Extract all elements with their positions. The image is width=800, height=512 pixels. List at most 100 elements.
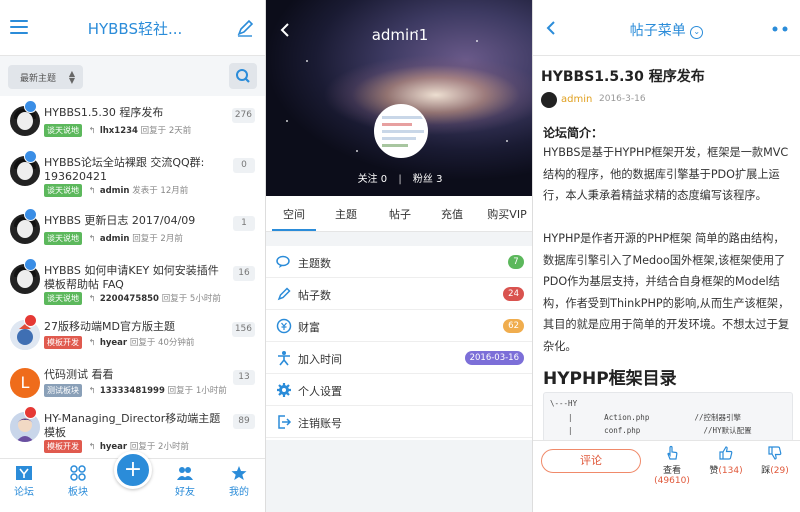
profile-avatar[interactable] — [374, 104, 428, 158]
active-tab-indicator — [272, 229, 316, 231]
view-count: (49610) — [654, 476, 690, 486]
reply-icon: ↰ — [88, 234, 96, 244]
topic-title: HY-Managing_Director移动端主题模板 — [44, 412, 221, 439]
follow-stats: 关注 0 | 粉丝 3 — [266, 170, 532, 185]
sort-select[interactable]: 最新主题 ▲ ▼ — [8, 65, 83, 89]
topic-time: 40分钟前 — [158, 338, 195, 348]
tab-board[interactable]: 板块 — [58, 465, 98, 498]
settings-row[interactable]: 个人设置 — [266, 374, 532, 406]
search-button[interactable] — [229, 63, 257, 89]
topic-title: HYBBS 更新日志 2017/04/09 — [44, 214, 196, 227]
reply-count: 1 — [233, 216, 255, 231]
topic-item[interactable]: HYBBS论坛全站裸跟 交流QQ群: 193620421 谈天说地 ↰ admin… — [0, 146, 265, 202]
topic-meta: 测试板块 ↰ 13333481999 回复于 1小时前 — [44, 384, 227, 397]
dislike-button[interactable]: 踩(29) — [755, 445, 795, 476]
code-line: \---HY — [550, 399, 578, 408]
topic-user[interactable]: lhx1234 — [100, 126, 138, 136]
topic-user[interactable]: hyear — [100, 442, 127, 452]
topic-item[interactable]: HY-Managing_Director移动端主题模板 模板开发 ↰ hyear … — [0, 402, 265, 458]
post-author[interactable]: admin — [561, 94, 592, 105]
reply-count: 0 — [233, 158, 255, 173]
thumbs-up-icon — [719, 446, 733, 460]
board-tag[interactable]: 模板开发 — [44, 440, 82, 453]
tab-friends[interactable]: 好友 — [165, 465, 205, 498]
like-count: (134) — [718, 466, 743, 476]
topic-user[interactable]: admin — [100, 186, 130, 196]
topic-user[interactable]: 13333481999 — [100, 386, 165, 396]
tab-recharge[interactable]: 充值 — [428, 206, 476, 222]
profile-empty-area — [266, 440, 532, 512]
author-avatar[interactable] — [541, 92, 557, 108]
tab-space[interactable]: 空间 — [270, 206, 318, 222]
menu-icon[interactable] — [10, 20, 28, 34]
logout-icon — [278, 415, 292, 429]
pointer-hand-icon — [667, 445, 678, 460]
post-date: 2016-3-16 — [599, 94, 646, 104]
profile-screen: admin1 关注 0 | 粉丝 3 空间 主题 帖子 充值 购买VIP 主题数 — [265, 0, 533, 512]
tab-board-label: 板块 — [68, 487, 88, 498]
gear-icon — [277, 383, 291, 397]
new-post-button[interactable]: + — [114, 451, 152, 489]
tab-topics[interactable]: 主题 — [322, 206, 370, 222]
topic-title: HYBBS1.5.30 程序发布 — [44, 106, 164, 119]
reply-icon: ↰ — [88, 294, 96, 304]
post-menu-title[interactable]: 帖子菜单 ⌄ — [533, 20, 800, 40]
forum-logo-icon — [16, 466, 32, 480]
more-icon[interactable] — [772, 26, 790, 32]
comment-button[interactable]: 评论 — [541, 449, 641, 473]
reply-count: 156 — [231, 322, 255, 337]
grid-icon — [70, 465, 86, 481]
post-action-bar: 评论 查看(49610) 赞(134) 踩(29) — [533, 440, 800, 512]
topic-user[interactable]: 2200475850 — [100, 294, 159, 304]
stat-posts[interactable]: 帖子数 24 — [266, 278, 532, 310]
logout-row[interactable]: 注销账号 — [266, 406, 532, 438]
forum-title: HYBBS轻社... — [87, 20, 183, 38]
tab-mine[interactable]: 我的 — [219, 465, 259, 498]
tab-buy-vip[interactable]: 购买VIP — [480, 206, 532, 222]
topic-item[interactable]: HYBBS 如何申请KEY 如何安装插件模板帮助帖 FAQ 谈天说地 ↰ 2200… — [0, 254, 265, 310]
code-line: | Action.php //控制器引擎 — [550, 413, 742, 422]
stat-join-date[interactable]: 加入时间 2016-03-16 — [266, 342, 532, 374]
stat-wealth[interactable]: 财富 62 — [266, 310, 532, 342]
post-title: HYBBS1.5.30 程序发布 — [541, 69, 705, 85]
topic-title: 27版移动端MD官方版主题 — [44, 320, 175, 333]
stat-label: 主题数 — [298, 257, 331, 270]
pinned-icon — [24, 100, 37, 113]
stat-topics[interactable]: 主题数 7 — [266, 246, 532, 278]
code-block: \---HY | Action.php //控制器引擎 | conf.php /… — [543, 392, 793, 442]
section-gap — [266, 232, 532, 246]
post-header: 帖子菜单 ⌄ — [533, 0, 800, 56]
topic-list: HYBBS1.5.30 程序发布 谈天说地 ↰ lhx1234 回复于 2天前 2… — [0, 96, 265, 458]
tab-posts[interactable]: 帖子 — [376, 206, 424, 222]
board-tag[interactable]: 谈天说地 — [44, 184, 82, 197]
fans-count[interactable]: 3 — [436, 174, 442, 185]
like-button[interactable]: 赞(134) — [705, 445, 747, 476]
topic-item[interactable]: 27版移动端MD官方版主题 模板开发 ↰ hyear 回复于 40分钟前 156 — [0, 310, 265, 362]
code-line: | conf.php //HY默认配置 — [550, 426, 752, 435]
follow-separator: | — [398, 174, 402, 185]
topic-time: 1小时前 — [195, 386, 227, 396]
board-tag[interactable]: 谈天说地 — [44, 124, 82, 137]
topic-item[interactable]: HYBBS 更新日志 2017/04/09 谈天说地 ↰ admin 回复于 2月… — [0, 204, 265, 256]
pinned-icon — [24, 406, 37, 419]
board-tag[interactable]: 谈天说地 — [44, 292, 82, 305]
topic-user[interactable]: hyear — [100, 338, 127, 348]
stat-value-badge: 62 — [503, 319, 524, 333]
reply-count: 13 — [233, 370, 255, 385]
board-tag[interactable]: 谈天说地 — [44, 232, 82, 245]
stat-label: 个人设置 — [298, 385, 342, 398]
tab-forum[interactable]: 论坛 — [4, 465, 44, 498]
person-icon — [278, 351, 290, 366]
view-stat[interactable]: 查看(49610) — [647, 445, 697, 486]
reply-icon: ↰ — [88, 338, 96, 348]
sort-select-label: 最新主题 — [20, 74, 57, 84]
topic-user[interactable]: admin — [100, 234, 130, 244]
board-tag[interactable]: 模板开发 — [44, 336, 82, 349]
topic-item[interactable]: HYBBS1.5.30 程序发布 谈天说地 ↰ lhx1234 回复于 2天前 2… — [0, 96, 265, 148]
profile-username: admin1 — [371, 26, 429, 44]
edit-icon[interactable] — [235, 18, 255, 38]
follow-count[interactable]: 0 — [381, 174, 387, 185]
pencil-icon — [277, 287, 291, 301]
thumbs-down-icon — [768, 446, 782, 460]
board-tag[interactable]: 测试板块 — [44, 384, 82, 397]
